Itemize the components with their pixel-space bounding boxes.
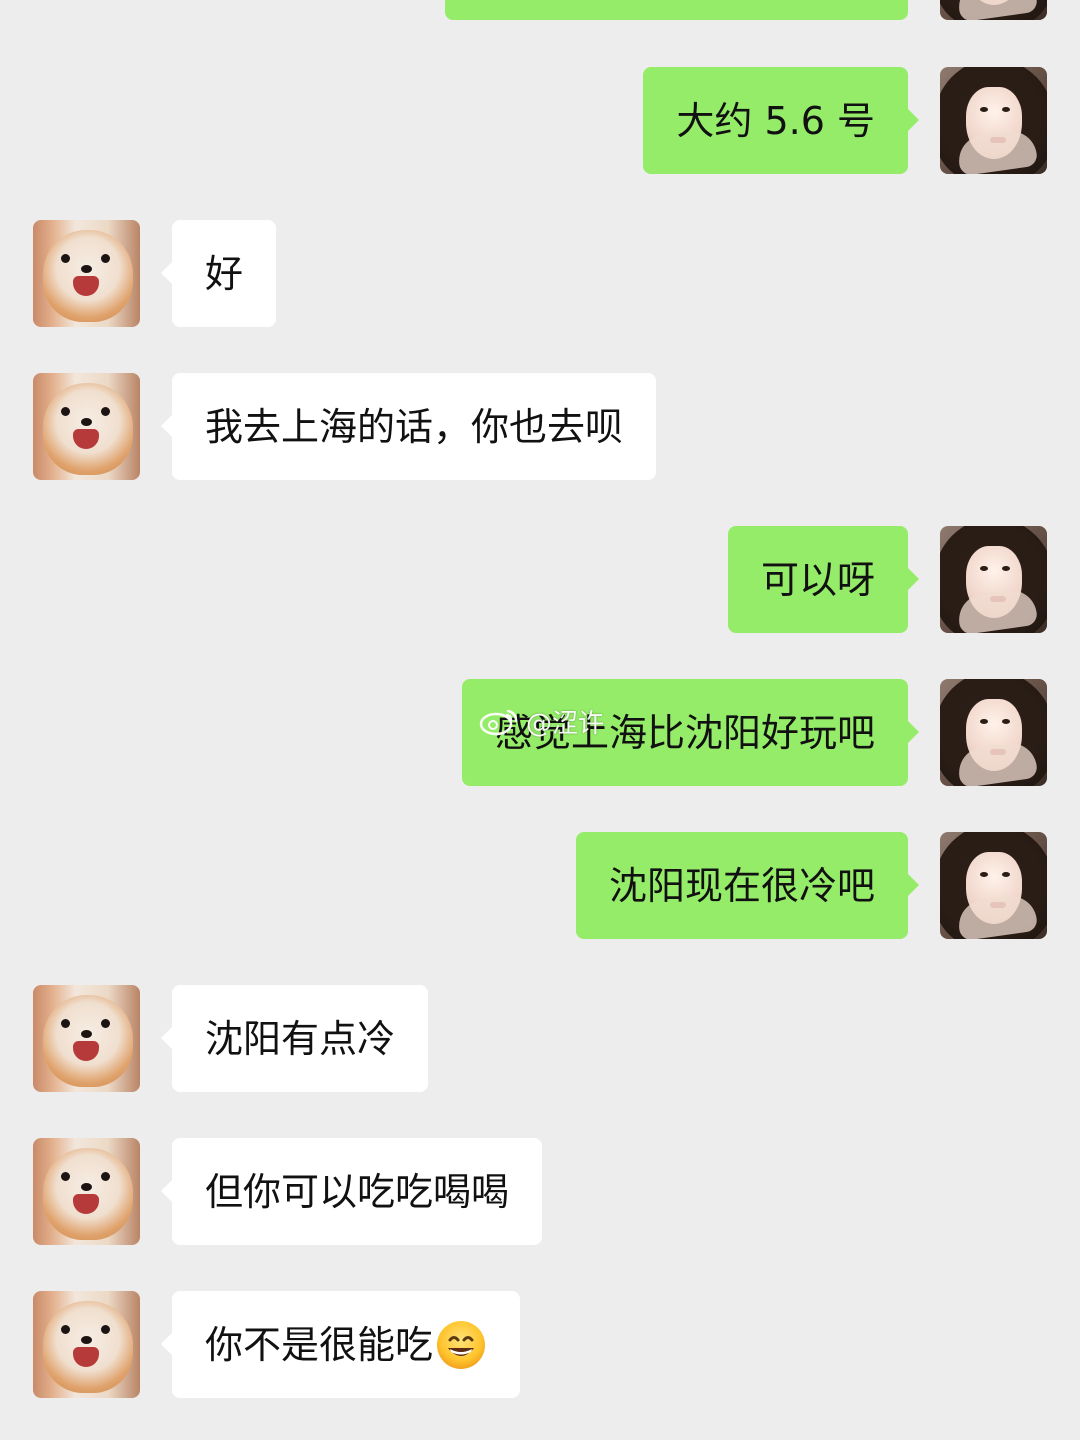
message-text: 但你可以吃吃喝喝: [205, 1169, 510, 1214]
message-row: 沈阳现在很冷吧: [0, 832, 1080, 940]
contact-avatar[interactable]: [33, 1138, 140, 1245]
contact-avatar[interactable]: [33, 985, 140, 1092]
received-message-bubble[interactable]: 我去上海的话，你也去呗: [160, 373, 657, 480]
watermark-text: @涩许: [526, 708, 605, 739]
message-text: 沈阳现在很冷吧: [608, 863, 875, 908]
contact-avatar[interactable]: [940, 526, 1047, 633]
message-row: 你不是很能吃: [0, 1291, 1080, 1399]
message-text: 大约 5.6 号: [676, 98, 875, 143]
message-text: 沈阳有点冷: [205, 1016, 396, 1061]
contact-avatar[interactable]: [33, 1291, 140, 1398]
received-message-bubble[interactable]: 但你可以吃吃喝喝: [160, 1138, 543, 1245]
sent-message-bubble[interactable]: [445, 0, 908, 20]
message-row: 沈阳有点冷: [0, 985, 1080, 1093]
message-row: 好: [0, 220, 1080, 328]
contact-avatar[interactable]: [940, 832, 1047, 939]
sent-message-bubble[interactable]: 沈阳现在很冷吧: [575, 832, 920, 939]
weibo-watermark: @涩许: [478, 704, 605, 739]
grinning-face-emoji-icon: [437, 1320, 486, 1369]
message-text: 你不是很能吃: [205, 1322, 434, 1367]
message-text: 我去上海的话，你也去呗: [205, 404, 624, 449]
sent-message-bubble[interactable]: 可以呀: [727, 526, 920, 633]
contact-avatar[interactable]: [940, 67, 1047, 174]
message-row: 我去上海的话，你也去呗: [0, 373, 1080, 481]
contact-avatar[interactable]: [940, 679, 1047, 786]
message-row: [0, 0, 1080, 21]
sent-message-bubble[interactable]: 大约 5.6 号: [643, 67, 919, 174]
message-row: 大约 5.6 号: [0, 67, 1080, 175]
chat-thread: 大约 5.6 号 好 我去上海的话，你也去呗 可以呀 感觉上海比沈阳好玩吧 沈阳…: [0, 0, 1080, 1440]
contact-avatar[interactable]: [940, 0, 1047, 20]
weibo-logo-icon: [479, 709, 518, 736]
contact-avatar[interactable]: [33, 220, 140, 327]
received-message-bubble[interactable]: 你不是很能吃: [160, 1291, 521, 1398]
message-text: 可以呀: [760, 557, 875, 602]
message-row: 可以呀: [0, 526, 1080, 634]
received-message-bubble[interactable]: 好: [160, 220, 277, 327]
message-text: 好: [205, 251, 244, 296]
contact-avatar[interactable]: [33, 373, 140, 480]
received-message-bubble[interactable]: 沈阳有点冷: [160, 985, 429, 1092]
message-row: 但你可以吃吃喝喝: [0, 1138, 1080, 1246]
